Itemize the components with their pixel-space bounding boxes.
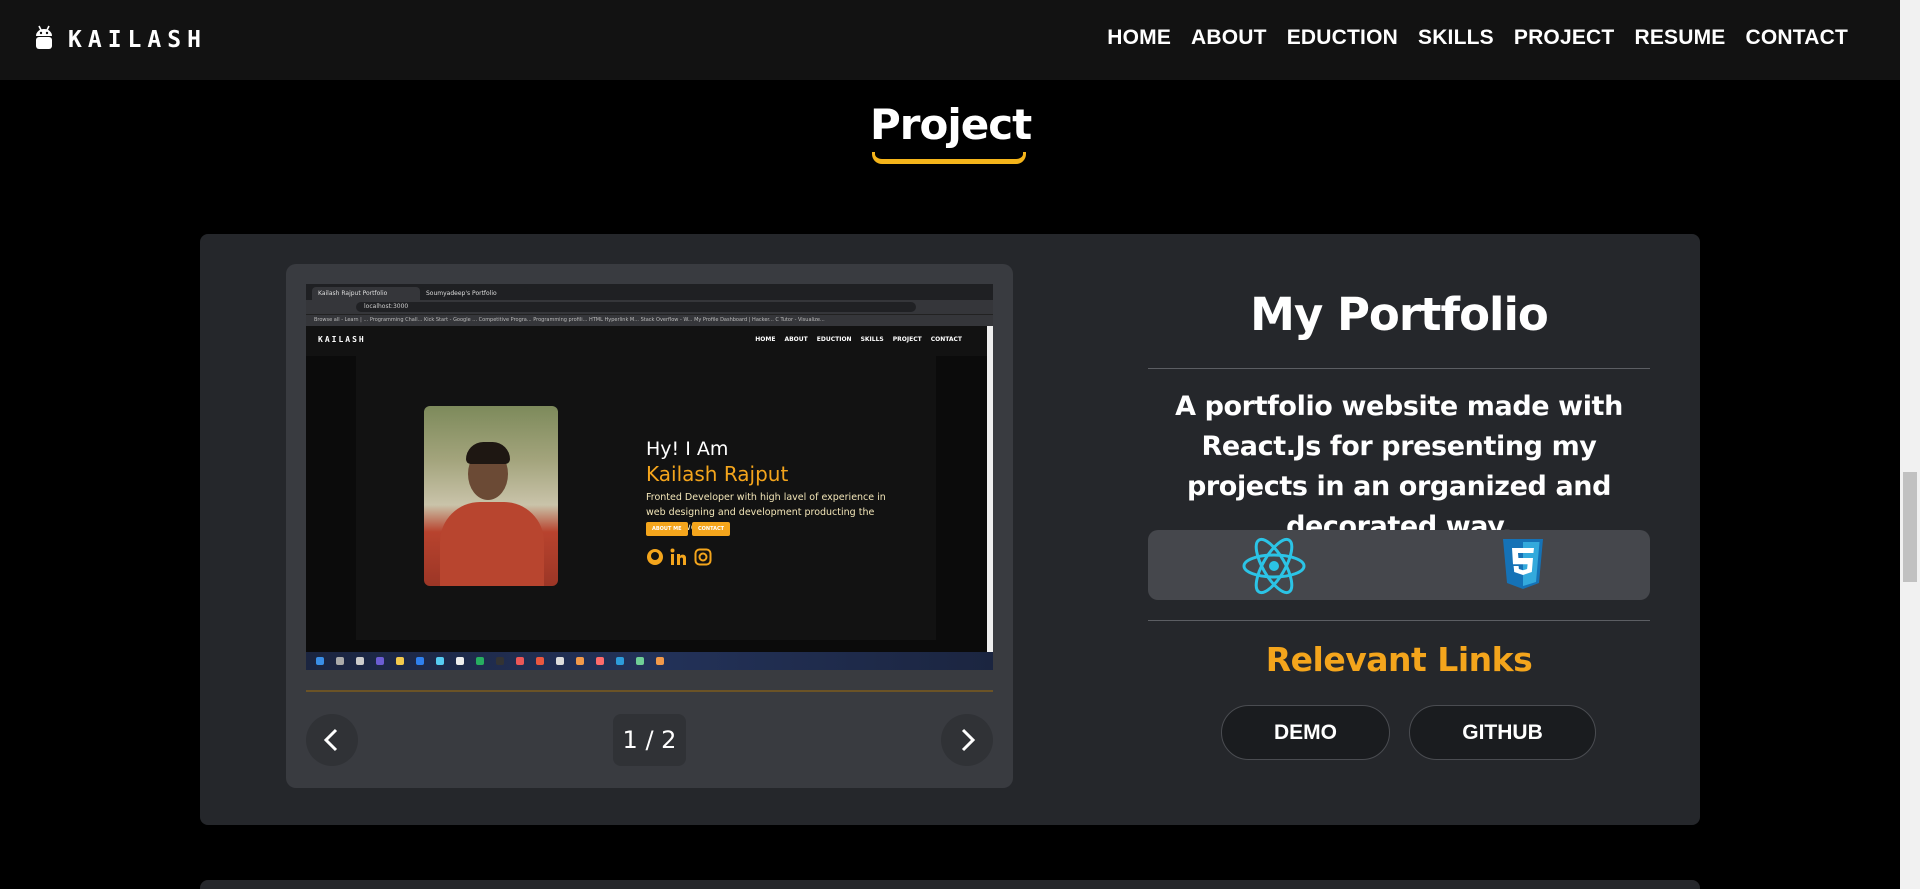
demo-button[interactable]: DEMO [1221, 705, 1390, 760]
carousel-prev-button[interactable] [306, 714, 358, 766]
scrollbar-thumb[interactable] [1903, 472, 1917, 582]
screenshot-name: Kailash Rajput [646, 462, 789, 486]
nav-about[interactable]: ABOUT [1191, 26, 1267, 50]
nav-links: HOME ABOUT EDUCTION SKILLS PROJECT RESUM… [1107, 26, 1848, 50]
carousel-divider [306, 690, 993, 692]
screenshot-nav-link: EDUCTION [816, 336, 852, 343]
title-underline [872, 152, 1026, 164]
nav-project[interactable]: PROJECT [1514, 26, 1615, 50]
screenshot-nav-link: PROJECT [892, 336, 922, 343]
screenshot-contact-button: CONTACT [692, 522, 731, 536]
nav-eduction[interactable]: EDUCTION [1287, 26, 1398, 50]
next-project-card [200, 880, 1700, 889]
screenshot-tab: Soumyadeep's Portfolio [420, 287, 528, 300]
nav-contact[interactable]: CONTACT [1746, 26, 1849, 50]
carousel-counter: 1 / 2 [613, 714, 686, 766]
navbar: KAILASH HOME ABOUT EDUCTION SKILLS PROJE… [0, 0, 1900, 80]
image-carousel: Kailash Rajput Portfolio Soumyadeep's Po… [286, 264, 1013, 788]
github-button[interactable]: GITHUB [1409, 705, 1596, 760]
screenshot-site-links: HOME ABOUT EDUCTION SKILLS PROJECT CONTA… [755, 336, 962, 343]
instagram-icon [694, 548, 712, 566]
project-description: A portfolio website made with React.Js f… [1175, 391, 1623, 542]
linkedin-icon [670, 548, 686, 565]
project-screenshot: Kailash Rajput Portfolio Soumyadeep's Po… [306, 284, 993, 670]
css3-icon [1500, 537, 1546, 595]
screenshot-browser-tabs: Kailash Rajput Portfolio Soumyadeep's Po… [306, 284, 993, 300]
screenshot-tab: Kailash Rajput Portfolio [312, 287, 420, 300]
screenshot-nav-link: CONTACT [930, 336, 962, 343]
react-icon [1241, 537, 1307, 599]
screenshot-social-icons [646, 548, 712, 566]
screenshot-nav-link: HOME [755, 336, 776, 343]
screenshot-site-nav: KAILASH HOME ABOUT EDUCTION SKILLS PROJE… [306, 326, 988, 356]
section-title: Project [870, 100, 1032, 149]
nav-skills[interactable]: SKILLS [1418, 26, 1494, 50]
android-logo-icon [34, 24, 54, 56]
github-icon [647, 549, 663, 565]
divider [1148, 620, 1650, 621]
screenshot-greeting: Hy! I Am [646, 438, 729, 460]
screenshot-url-bar: localhost:3000 [306, 300, 993, 314]
logo[interactable]: KAILASH [34, 24, 207, 56]
nav-home[interactable]: HOME [1107, 26, 1171, 50]
screenshot-about-button: ABOUT ME [646, 522, 688, 536]
screenshot-scrollbar [987, 326, 993, 652]
screenshot-hero: Hy! I Am Kailash Rajput Fronted Develope… [356, 356, 936, 640]
chevron-left-icon [323, 728, 338, 752]
screenshot-profile-photo [424, 406, 558, 586]
logo-text: KAILASH [68, 27, 207, 53]
screenshot-taskbar [306, 652, 993, 670]
page-scrollbar[interactable] [1900, 0, 1920, 889]
project-title: My Portfolio [1250, 288, 1549, 341]
tech-stack [1148, 530, 1650, 600]
screenshot-nav-link: ABOUT [784, 336, 808, 343]
relevant-links-title: Relevant Links [1265, 640, 1533, 679]
carousel-next-button[interactable] [941, 714, 993, 766]
divider [1148, 368, 1650, 369]
nav-resume[interactable]: RESUME [1634, 26, 1725, 50]
screenshot-bookmarks: Browse all - Learn | ... Programming Cha… [306, 314, 993, 326]
screenshot-nav-link: SKILLS [860, 336, 884, 343]
screenshot-site-logo: KAILASH [318, 335, 366, 344]
screenshot-url: localhost:3000 [356, 302, 916, 312]
chevron-right-icon [961, 728, 976, 752]
